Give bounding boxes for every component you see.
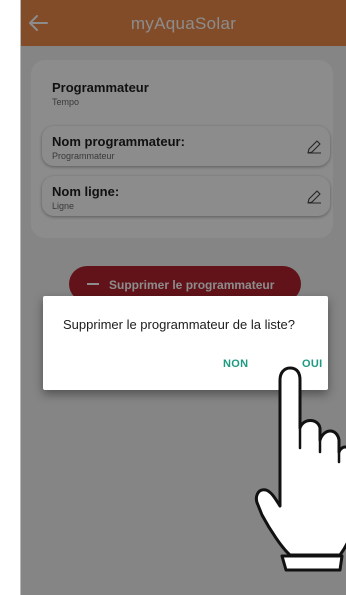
no-button[interactable]: NON xyxy=(223,358,248,370)
yes-button[interactable]: OUI xyxy=(302,358,322,370)
dialog-message: Supprimer le programmateur de la liste? xyxy=(63,317,295,332)
phone-screen: myAquaSolar Programmateur Tempo Nom prog… xyxy=(21,0,346,595)
confirm-dialog: Supprimer le programmateur de la liste? … xyxy=(43,296,328,390)
